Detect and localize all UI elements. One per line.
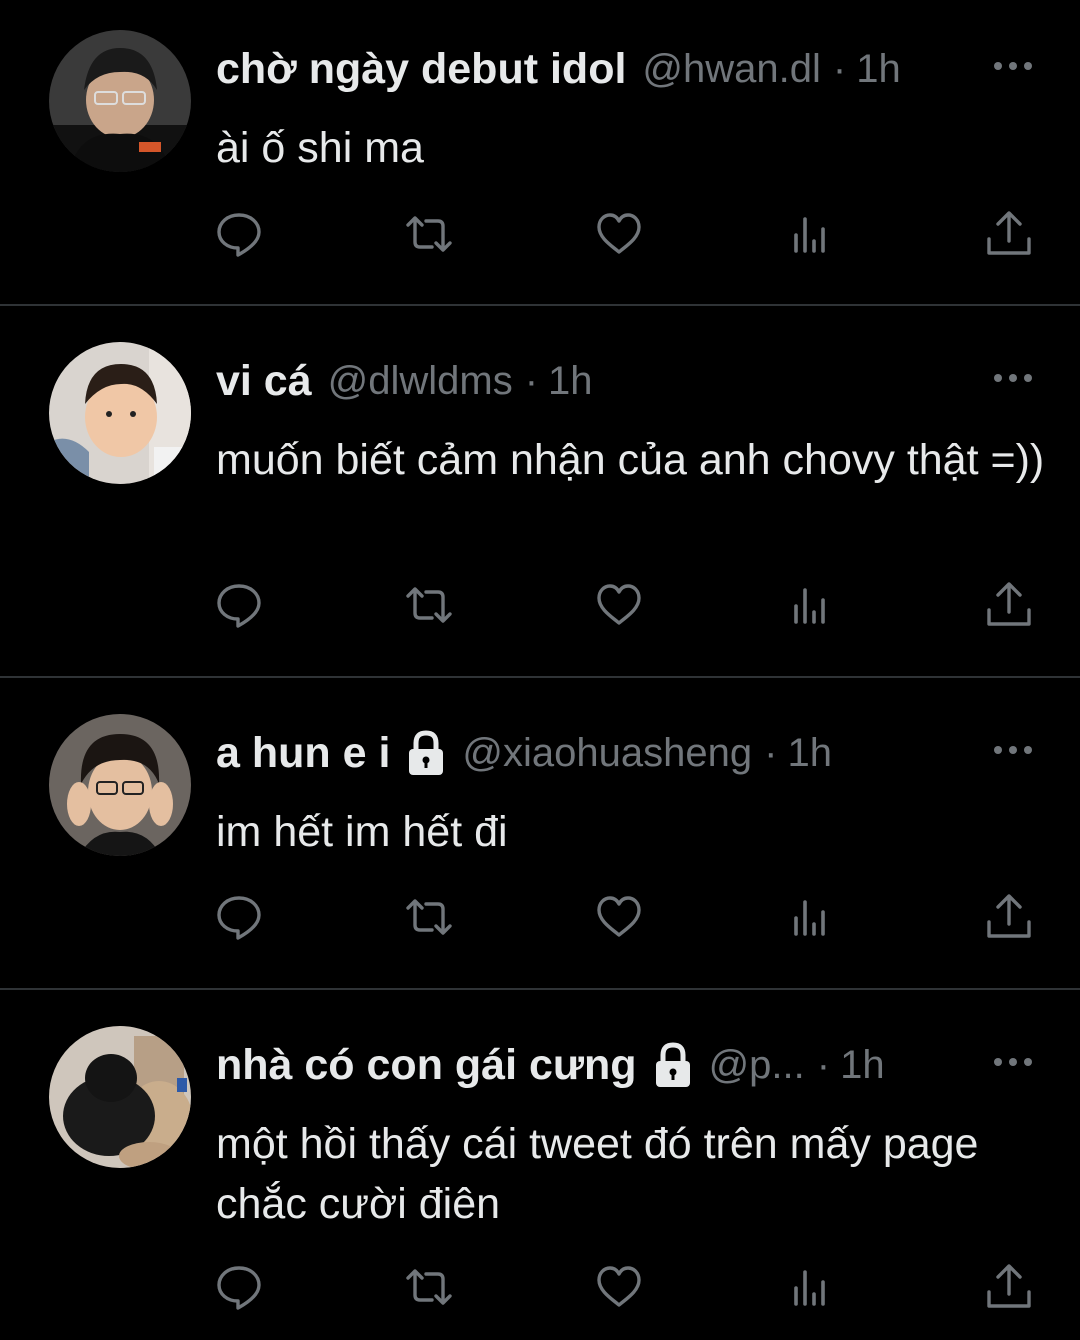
tweet[interactable]: a hun e i @xiaohuasheng · 1h im hết im h… [0,684,1080,990]
lock-icon [653,1040,693,1090]
lock-icon [406,728,446,778]
retweet-icon[interactable] [404,580,454,630]
avatar[interactable] [49,1026,191,1168]
views-chart-icon[interactable] [786,580,836,630]
more-dots-icon[interactable] [992,1052,1034,1072]
views-chart-icon[interactable] [786,1262,836,1312]
user-handle[interactable]: @dlwldms [328,359,513,404]
separator-dot: · [832,46,847,91]
tweet-text: một hồi thấy cái tweet đó trên mấy page … [216,1120,979,1228]
share-icon[interactable] [984,1262,1034,1312]
reply-icon[interactable] [214,580,264,630]
tweet-header: vi cá @dlwldms · 1h [216,352,593,410]
timestamp[interactable]: 1h [840,1043,885,1088]
more-dots-icon[interactable] [992,56,1034,76]
divider [0,676,1080,678]
reply-icon[interactable] [214,209,264,259]
separator-dot: · [764,730,778,775]
tweet[interactable]: nhà có con gái cưng @p... · 1h một hồi t… [0,996,1080,1340]
user-handle[interactable]: @p... [709,1043,805,1088]
reply-icon[interactable] [214,1262,264,1312]
display-name[interactable]: nhà có con gái cưng [216,1041,637,1090]
more-dots-icon[interactable] [992,740,1034,760]
tweet-header: a hun e i @xiaohuasheng · 1h [216,724,832,782]
tweet-header: chờ ngày debut idol @hwan.dl · 1h [216,40,901,98]
reply-icon[interactable] [214,892,264,942]
tweet-text: im hết im hết đi [216,808,508,856]
tweet-actions [214,580,1044,630]
user-handle[interactable]: @hwan.dl [642,47,820,92]
retweet-icon[interactable] [404,209,454,259]
display-name[interactable]: chờ ngày debut idol [216,45,626,94]
views-chart-icon[interactable] [786,892,836,942]
tweet-text: muốn biết cảm nhận của anh chovy thật =)… [216,436,1045,484]
display-name[interactable]: a hun e i [216,729,390,778]
views-chart-icon[interactable] [786,209,836,259]
avatar[interactable] [49,30,191,172]
tweet-actions [214,1262,1044,1312]
heart-icon[interactable] [594,209,644,259]
share-icon[interactable] [984,892,1034,942]
divider [0,304,1080,306]
timestamp[interactable]: 1h [548,359,593,404]
tweet[interactable]: vi cá @dlwldms · 1h muốn biết cảm nhận c… [0,312,1080,678]
avatar[interactable] [49,342,191,484]
more-dots-icon[interactable] [992,368,1034,388]
tweet-header: nhà có con gái cưng @p... · 1h [216,1036,885,1094]
share-icon[interactable] [984,209,1034,259]
separator-dot: · [524,358,539,403]
heart-icon[interactable] [594,1262,644,1312]
tweet-actions [214,209,1044,259]
avatar[interactable] [49,714,191,856]
user-handle[interactable]: @xiaohuasheng [462,731,752,776]
tweet-actions [214,892,1044,942]
retweet-icon[interactable] [404,1262,454,1312]
heart-icon[interactable] [594,892,644,942]
share-icon[interactable] [984,580,1034,630]
tweet-text: ài ố shi ma [216,124,424,172]
tweet[interactable]: chờ ngày debut idol @hwan.dl · 1h ài ố s… [0,0,1080,306]
tweet-feed: chờ ngày debut idol @hwan.dl · 1h ài ố s… [0,0,1080,1340]
heart-icon[interactable] [594,580,644,630]
retweet-icon[interactable] [404,892,454,942]
display-name[interactable]: vi cá [216,357,312,406]
divider [0,988,1080,990]
timestamp[interactable]: 1h [787,731,832,776]
separator-dot: · [816,1042,831,1087]
timestamp[interactable]: 1h [856,47,901,92]
